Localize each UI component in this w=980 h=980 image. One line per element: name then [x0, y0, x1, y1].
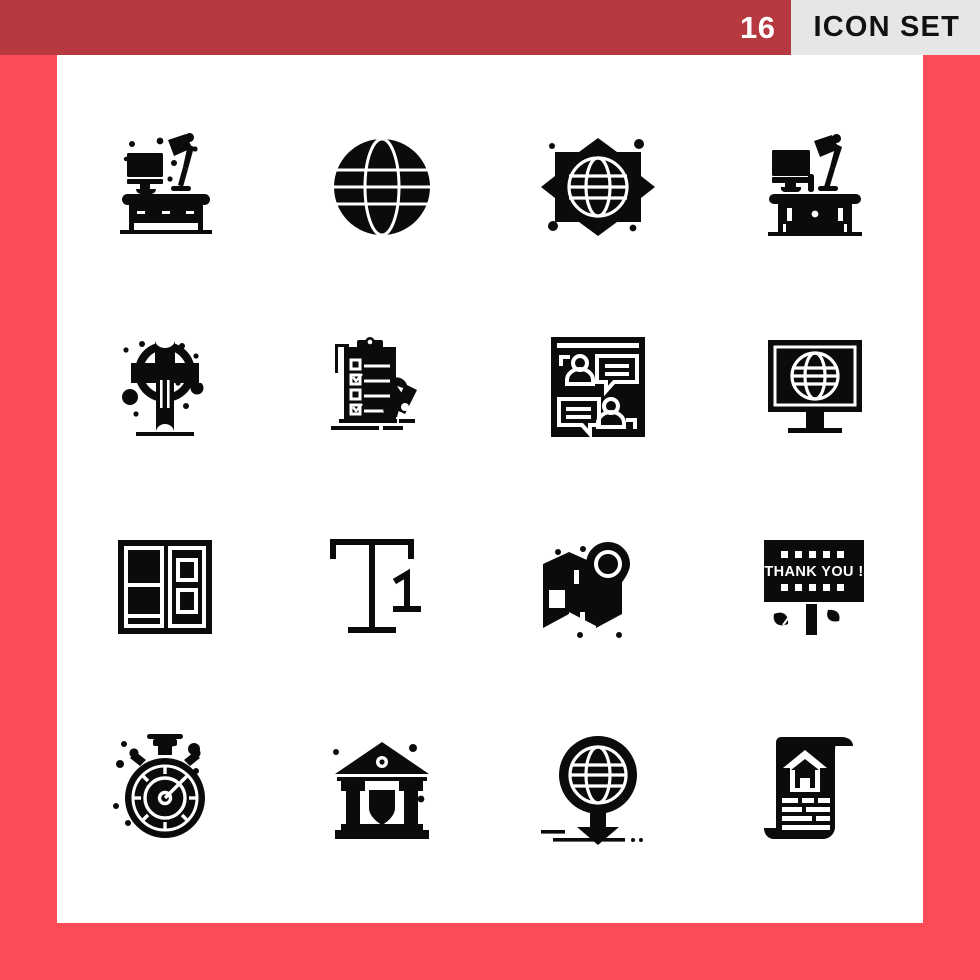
icon-cell-3[interactable]: [490, 87, 707, 287]
icon-cell-7[interactable]: [490, 287, 707, 487]
icon-cell-1[interactable]: [57, 87, 274, 287]
icon-set-poster: 16 ICON SET THANK YOU !: [0, 0, 980, 980]
chat-conversation-icon: [551, 337, 646, 440]
stopwatch-icon: [113, 734, 206, 838]
poster-header: 16 ICON SET: [0, 0, 980, 55]
page-layout-icon: [118, 540, 213, 634]
billboard-text: THANK YOU !: [764, 564, 863, 580]
icon-cell-12[interactable]: THANK YOU !: [707, 487, 924, 687]
office-desk-icon: [767, 133, 862, 236]
desk-monitor-lamp-icon: [120, 132, 213, 234]
icon-cell-13[interactable]: [57, 687, 274, 887]
icon-count: 16: [739, 10, 776, 45]
globe-icon: [333, 137, 430, 237]
monitor-globe-icon: [767, 340, 862, 433]
icon-grid: THANK YOU !: [57, 87, 923, 887]
page-title: ICON SET: [791, 0, 980, 55]
icon-cell-11[interactable]: [490, 487, 707, 687]
icon-cell-8[interactable]: [707, 287, 924, 487]
icon-cell-9[interactable]: [57, 487, 274, 687]
icon-cell-4[interactable]: [707, 87, 924, 287]
icon-cell-15[interactable]: [490, 687, 707, 887]
clipboard-checklist-icon: [330, 337, 417, 430]
icon-cell-2[interactable]: [274, 87, 491, 287]
icon-cell-10[interactable]: [274, 487, 491, 687]
globe-badge-icon: [541, 138, 656, 236]
icon-cell-16[interactable]: [707, 687, 924, 887]
thank-you-billboard-icon: THANK YOU !: [763, 540, 864, 635]
bank-shield-icon: [332, 742, 429, 839]
icon-cell-5[interactable]: [57, 287, 274, 487]
celtic-cross-icon: [121, 340, 210, 436]
global-location-pin-icon: [541, 736, 644, 845]
icon-canvas: THANK YOU !: [57, 55, 923, 923]
map-pin-icon: [543, 542, 631, 638]
property-document-icon: [763, 737, 853, 839]
text-heading-t1-icon: [329, 539, 421, 633]
icon-cell-14[interactable]: [274, 687, 491, 887]
icon-cell-6[interactable]: [274, 287, 491, 487]
